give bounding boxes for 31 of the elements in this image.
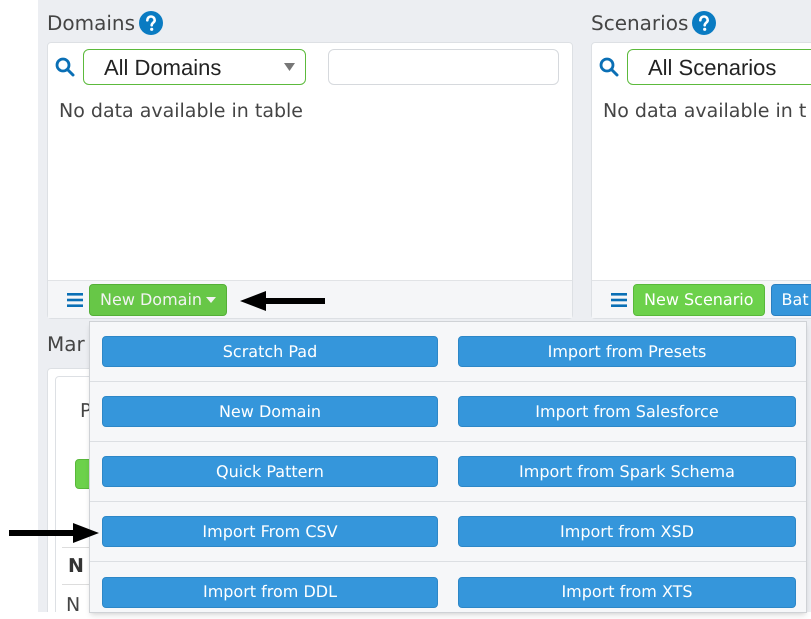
help-icon[interactable] [692,11,716,35]
menu-item[interactable]: New Domain [102,396,438,427]
empty-message: No data available in table [59,99,303,124]
new-domain-button[interactable]: New Domain [89,284,228,316]
menu-item[interactable]: Import From CSV [102,516,438,547]
menu-item[interactable]: Import from XTS [458,576,796,608]
menu-icon[interactable] [67,292,83,306]
search-icon [55,57,75,77]
menu-item[interactable]: Import from DDL [102,576,438,608]
section-title: Domains [47,10,136,37]
menu-item[interactable]: Import from XSD [458,516,796,547]
table-cell-text: N [66,593,80,612]
filter-dropdown[interactable]: All Domains [83,49,306,85]
search-icon [599,57,619,77]
help-icon[interactable] [139,11,164,35]
search-field[interactable] [328,49,559,85]
toolbar-button[interactable]: New Scenario [633,284,765,316]
toolbar-button[interactable]: Bat [770,284,811,316]
menu-icon[interactable] [611,292,627,306]
caret-icon [206,296,216,302]
menu-item[interactable]: Import from Spark Schema [458,456,796,487]
menu-item[interactable]: Quick Pattern [102,456,438,487]
menu-item[interactable]: Import from Salesforce [458,396,796,427]
empty-message: No data available in t [603,99,806,124]
menu-item[interactable]: Import from Presets [458,336,796,367]
menu-item[interactable]: Scratch Pad [102,336,438,367]
filter-dropdown[interactable]: All Scenarios [627,49,811,85]
column-header: N [68,554,84,578]
section-title: Mar [47,330,85,358]
section-title: Scenarios [591,10,688,37]
caret-icon [284,63,295,71]
